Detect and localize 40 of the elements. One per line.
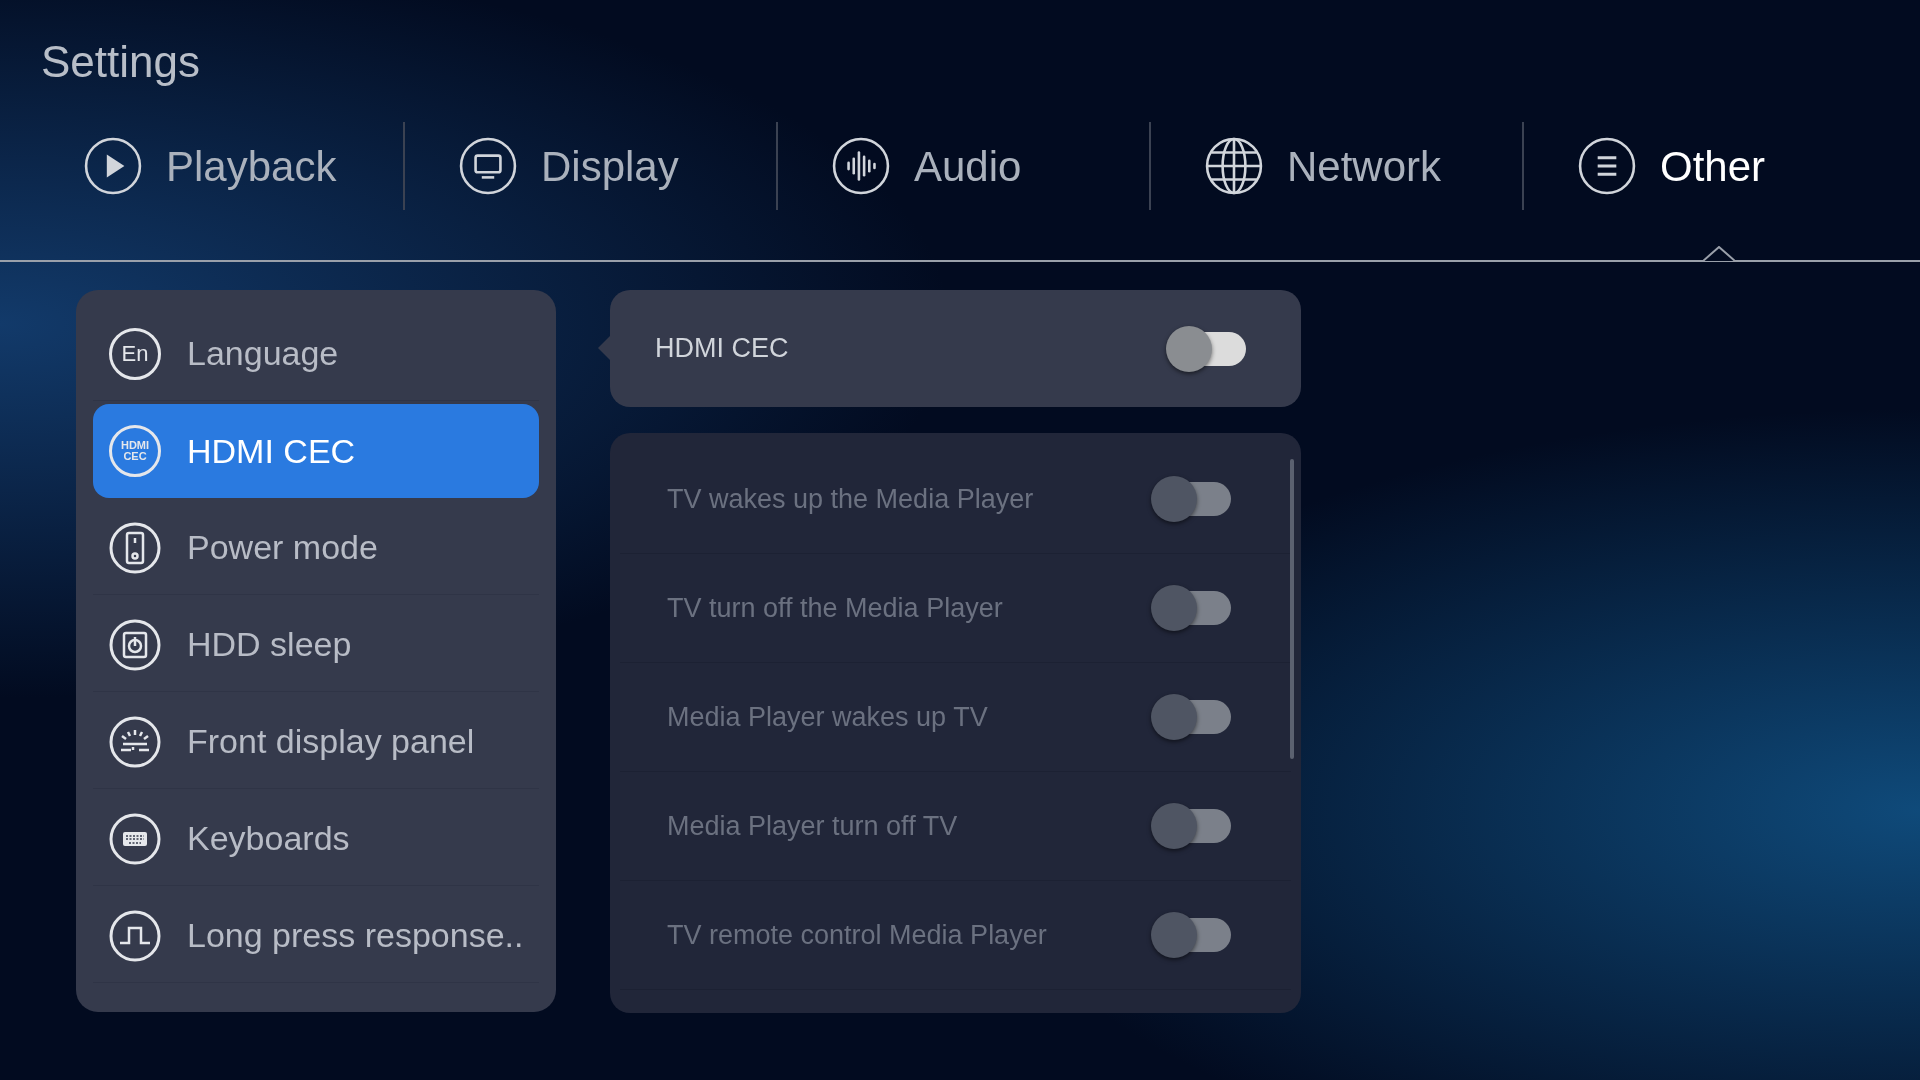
play-icon xyxy=(84,137,142,195)
menu-label: Front display panel xyxy=(187,721,475,762)
menu-item[interactable]: Keyboards xyxy=(93,792,539,886)
tab[interactable]: Audio xyxy=(778,122,1022,210)
menu-item[interactable]: Front display panel xyxy=(93,695,539,789)
menu-label: HDMI CEC xyxy=(187,430,356,472)
text-badge-icon: En xyxy=(109,327,161,380)
monitor-icon xyxy=(459,137,517,195)
tab[interactable]: Network xyxy=(1151,122,1442,210)
menu-label: Long press response.. xyxy=(187,915,524,956)
menu-item[interactable]: En Language xyxy=(93,307,539,401)
tab[interactable]: Display xyxy=(405,122,679,210)
toggle-switch[interactable] xyxy=(1166,325,1246,372)
light-panel-icon xyxy=(109,715,161,768)
device-icon xyxy=(109,521,161,574)
menu-icon xyxy=(1578,137,1636,195)
menu-item[interactable]: Power mode xyxy=(93,501,539,595)
disk-icon xyxy=(109,618,161,671)
globe-icon xyxy=(1205,137,1263,195)
tab[interactable]: Playback xyxy=(30,122,337,210)
text-badge-icon: HDMI CEC xyxy=(109,425,161,477)
menu-item[interactable]: HDMI CEC HDMI CEC xyxy=(93,404,539,498)
option-label: TV turn off the Media Player xyxy=(667,591,1003,625)
option-label: TV remote control Media Player xyxy=(667,918,1047,952)
option-label: TV wakes up the Media Player xyxy=(667,482,1034,516)
menu-item[interactable]: Long press response.. xyxy=(93,889,539,983)
menu-label: Power mode xyxy=(187,527,378,568)
tab[interactable]: Other xyxy=(1524,122,1766,210)
pulse-icon xyxy=(109,909,161,962)
menu-label: Keyboards xyxy=(187,818,350,859)
scrollbar-icon xyxy=(1290,459,1294,759)
menu-item[interactable]: HDD sleep xyxy=(93,598,539,692)
option-label: Media Player turn off TV xyxy=(667,809,958,843)
menu-label: Language xyxy=(187,333,339,374)
page-title: Settings xyxy=(40,36,201,88)
master-label: HDMI CEC xyxy=(655,332,789,366)
sound-wave-icon xyxy=(832,137,890,195)
keyboard-icon xyxy=(109,812,161,865)
option-label: Media Player wakes up TV xyxy=(667,700,988,734)
menu-label: HDD sleep xyxy=(187,624,352,665)
